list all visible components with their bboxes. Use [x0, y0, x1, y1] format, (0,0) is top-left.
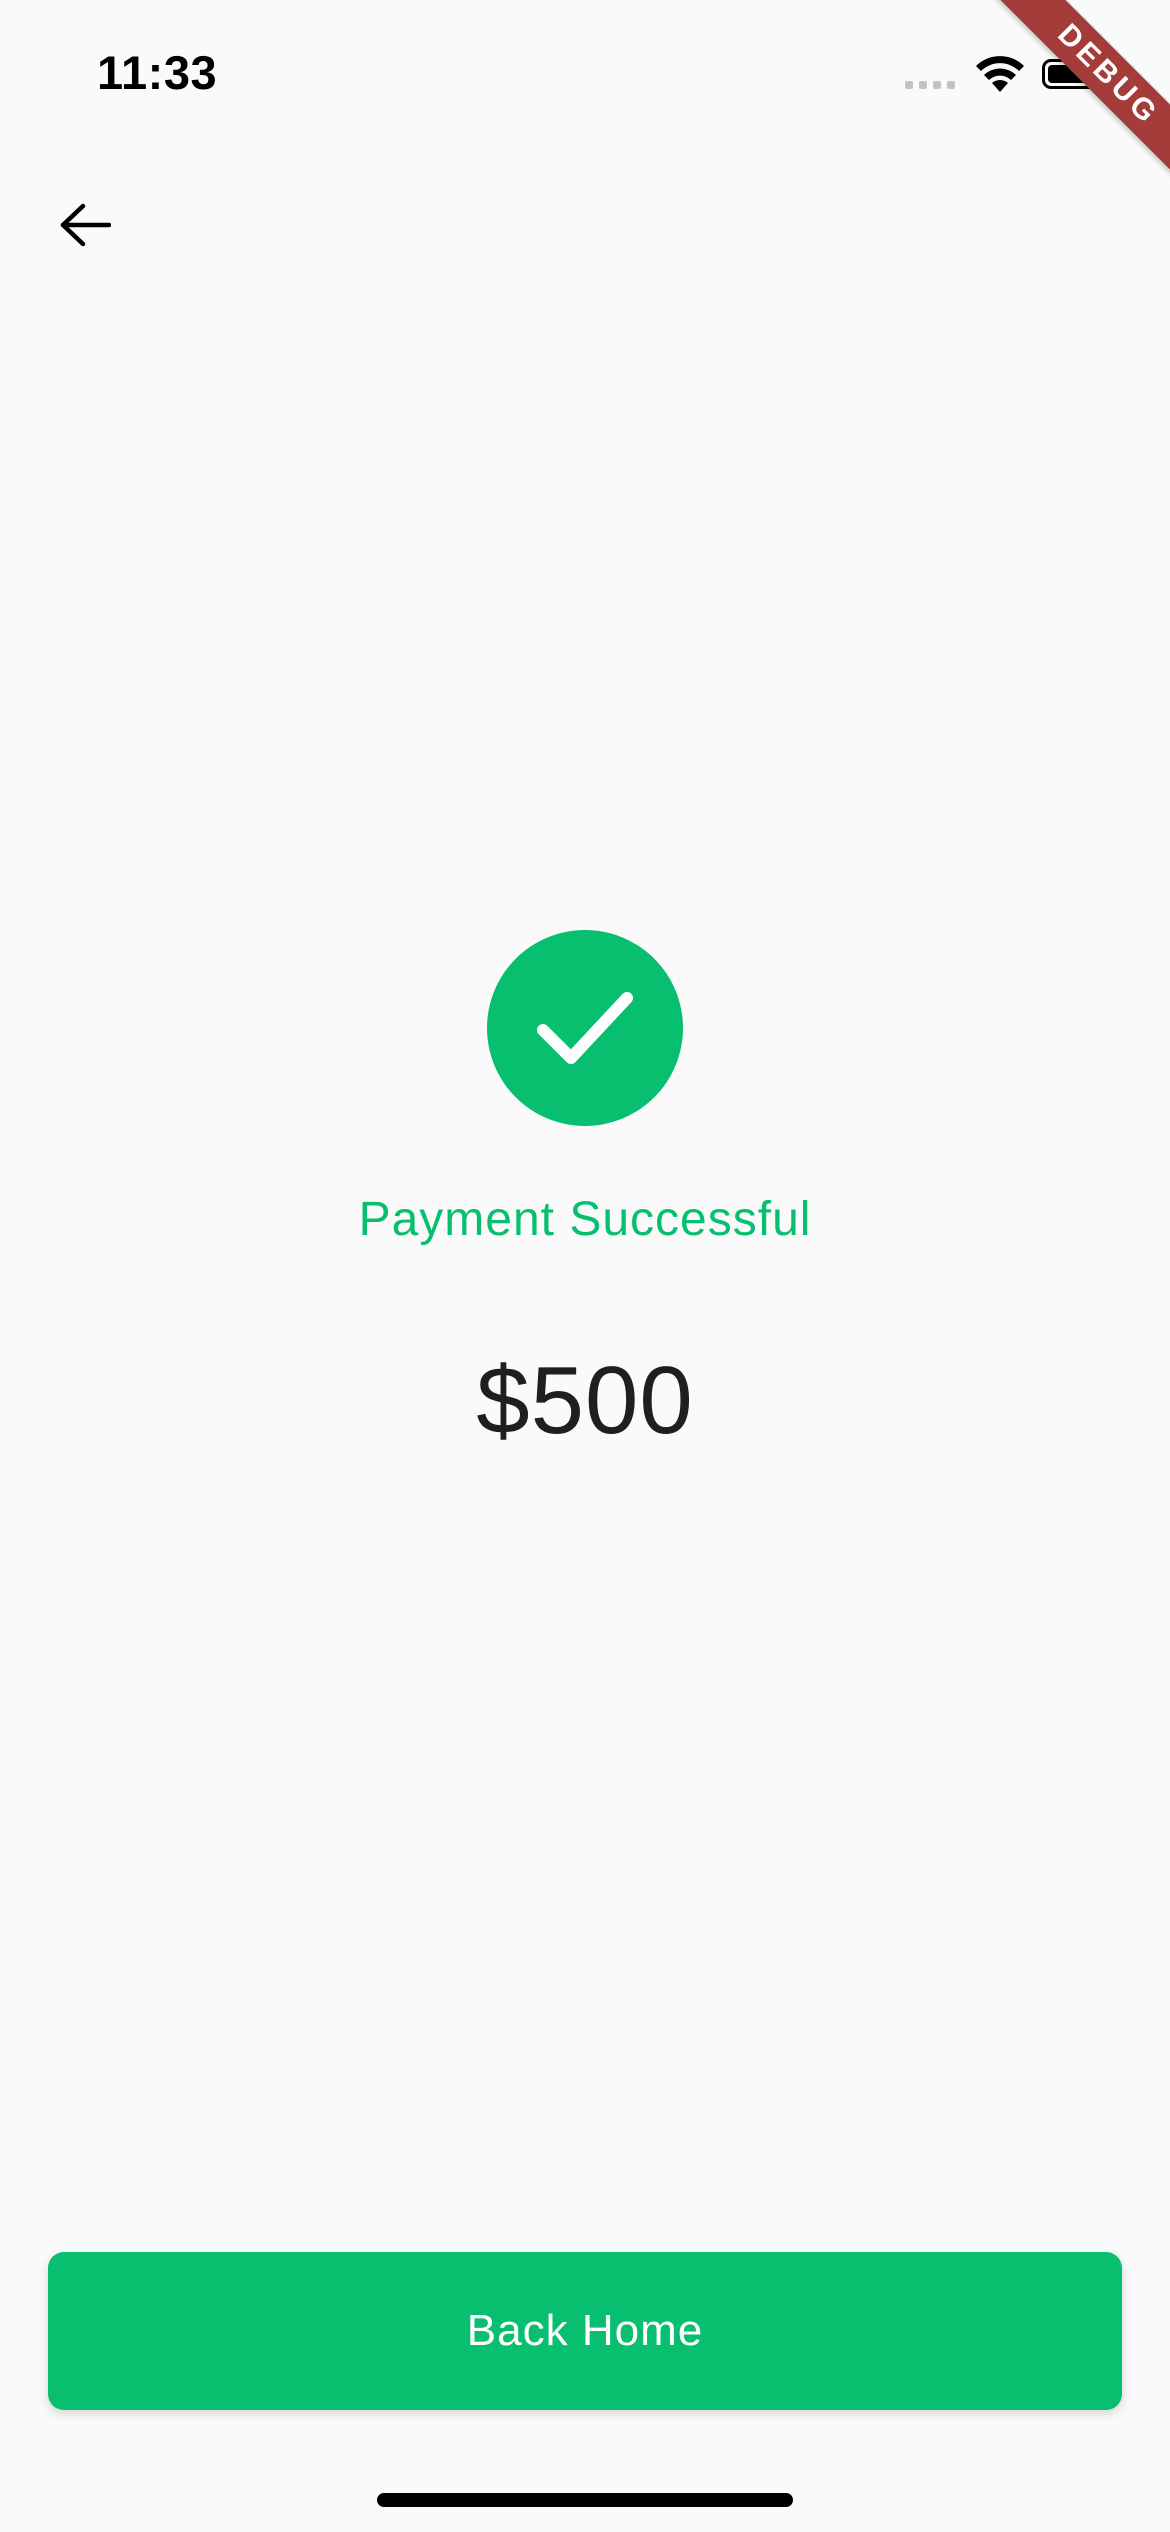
wifi-icon: [974, 56, 1026, 99]
payment-status-message: Payment Successful: [358, 1193, 812, 1246]
home-indicator[interactable]: [377, 2493, 793, 2507]
back-home-button[interactable]: Back Home: [48, 2252, 1122, 2410]
checkmark-icon: [537, 992, 633, 1064]
cellular-signal-icon: [905, 81, 955, 89]
status-bar-time: 11:33: [97, 46, 218, 99]
payment-amount: $500: [476, 1347, 694, 1454]
back-button[interactable]: [50, 190, 120, 260]
success-badge: [487, 930, 683, 1126]
arrow-left-icon: [60, 203, 111, 247]
